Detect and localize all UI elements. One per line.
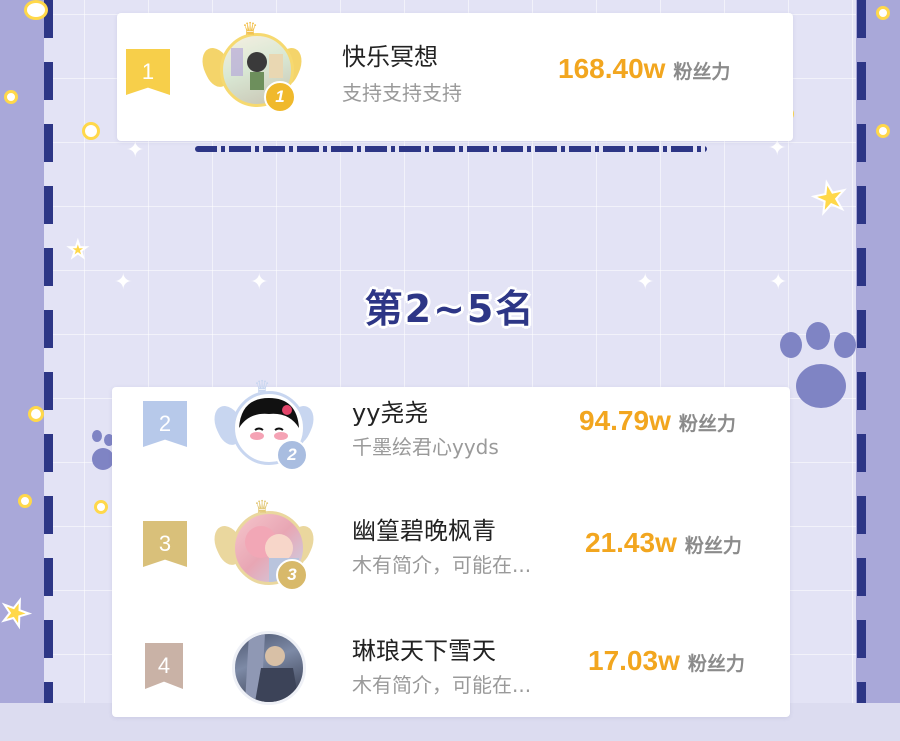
fans-value: 17.03w	[588, 645, 680, 676]
circle-decoration	[876, 6, 890, 20]
user-bio: 木有简介，可能在...	[352, 673, 532, 697]
circle-decoration	[18, 494, 32, 508]
fans-unit: 粉丝力	[684, 535, 742, 557]
crown-icon: ♛	[254, 377, 271, 398]
star-icon: ★	[67, 238, 89, 263]
rank-badge: 2	[143, 401, 187, 447]
dotted-divider	[195, 146, 707, 152]
fans-unit: 粉丝力	[687, 653, 745, 675]
fans-score: 21.43w 粉丝力	[585, 527, 742, 559]
ranking-list-card: 2 ♛ 2 yy尧尧 千墨绘君心yyds 94.79w 粉丝力 3 ♛ 3 幽篁…	[112, 377, 790, 717]
circle-decoration	[82, 122, 100, 140]
sparkle-icon: ✦	[126, 138, 145, 163]
paw-print-icon	[778, 322, 868, 422]
sparkle-icon: ✦	[768, 136, 787, 161]
fans-unit: 粉丝力	[673, 61, 731, 83]
list-item-rank-2[interactable]: 2 ♛ 2 yy尧尧 千墨绘君心yyds 94.79w 粉丝力	[112, 377, 790, 505]
avatar[interactable]	[216, 623, 312, 719]
user-name[interactable]: 幽篁碧晚枫青	[352, 511, 496, 546]
list-item-rank-4[interactable]: 4 琳琅天下雪天 木有简介，可能在... 17.03w 粉丝力	[112, 623, 790, 741]
user-name[interactable]: 快乐冥想	[342, 37, 438, 72]
user-name[interactable]: 琳琅天下雪天	[352, 631, 496, 666]
section-title: 第2~5名	[364, 287, 536, 331]
list-item-rank-3[interactable]: 3 ♛ 3 幽篁碧晚枫青 木有简介，可能在... 21.43w 粉丝力	[112, 497, 790, 623]
fans-value: 21.43w	[585, 527, 677, 558]
circle-decoration	[94, 500, 108, 514]
circle-decoration	[876, 124, 890, 138]
rank-badge: 4	[145, 643, 183, 689]
fans-score: 168.40w 粉丝力	[558, 53, 730, 85]
user-bio: 支持支持支持	[342, 81, 462, 105]
fans-value: 168.40w	[558, 53, 666, 84]
user-bio: 木有简介，可能在...	[352, 553, 532, 577]
crown-icon: ♛	[242, 19, 259, 40]
left-dashed-border	[44, 0, 53, 703]
user-name[interactable]: yy尧尧	[352, 393, 428, 428]
fans-unit: 粉丝力	[678, 413, 736, 435]
user-bio: 千墨绘君心yyds	[352, 435, 499, 459]
crown-icon: ♛	[254, 497, 271, 518]
fans-score: 94.79w 粉丝力	[579, 405, 736, 437]
circle-decoration	[28, 406, 44, 422]
rank-badge: 1	[126, 49, 170, 95]
avatar[interactable]: ♛ 3	[208, 497, 320, 599]
avatar[interactable]: ♛ 1	[196, 19, 308, 121]
circle-decoration	[24, 0, 48, 20]
leader-card-rank-1[interactable]: 1 ♛ 1 快乐冥想 支持支持支持 168.40w 粉丝力	[117, 13, 793, 141]
medal-badge: 1	[264, 81, 296, 113]
avatar[interactable]: ♛ 2	[208, 377, 320, 479]
medal-badge: 3	[276, 559, 308, 591]
fans-value: 94.79w	[579, 405, 671, 436]
rank-badge: 3	[143, 521, 187, 567]
dark-character-avatar-icon	[232, 631, 306, 705]
fans-score: 17.03w 粉丝力	[588, 645, 745, 677]
circle-decoration	[4, 90, 18, 104]
medal-badge: 2	[276, 439, 308, 471]
